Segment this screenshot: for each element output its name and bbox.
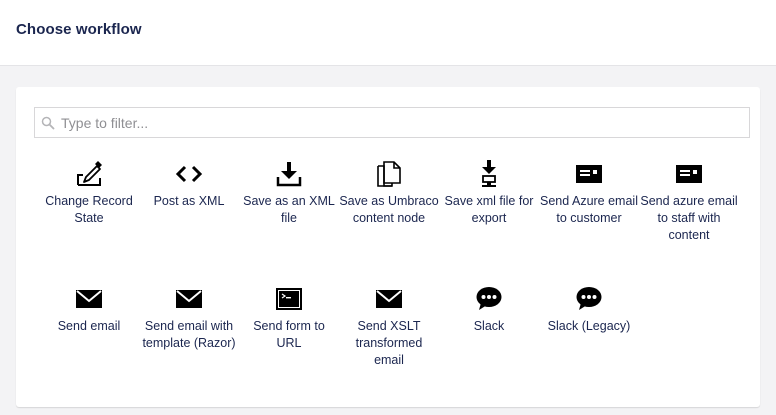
workflow-label: Slack: [473, 319, 505, 333]
code-icon: [175, 165, 203, 183]
workflow-label: Send form to URL: [253, 319, 325, 350]
workflow-label: Send email with template (Razor): [142, 319, 236, 350]
dialog-title: Choose workflow: [16, 21, 142, 38]
workflow-label: Save xml file for export: [444, 194, 534, 225]
id-card-icon: [676, 165, 702, 183]
filter-input[interactable]: [61, 108, 741, 137]
filter-box[interactable]: [34, 107, 750, 138]
download-tray-icon: [276, 162, 302, 187]
search-icon: [41, 116, 55, 130]
download-export-icon: [482, 160, 496, 187]
workflow-label: Save as Umbraco content node: [339, 194, 439, 225]
workflow-label: Send Azure email to customer: [540, 194, 638, 225]
envelope-icon: [376, 290, 402, 308]
workflow-panel: Change Record State Post as XML Save as …: [16, 87, 760, 407]
workflow-label: Send XSLT transformed email: [355, 319, 423, 367]
edit-record-icon: [77, 161, 102, 186]
documents-icon: [377, 161, 401, 187]
chat-bubble-icon: [476, 287, 502, 310]
workflow-label: Post as XML: [153, 194, 225, 208]
id-card-icon: [576, 165, 602, 183]
terminal-window-icon: [276, 288, 302, 310]
workflow-label: Send azure email to staff with content: [640, 194, 738, 242]
dialog-header: Choose workflow: [0, 0, 776, 66]
workflow-label: Slack (Legacy): [547, 319, 631, 333]
workflow-label: Change Record State: [45, 194, 133, 225]
chat-bubble-icon: [576, 287, 602, 310]
envelope-icon: [76, 290, 102, 308]
workflow-label: Send email: [57, 319, 121, 333]
envelope-icon: [176, 290, 202, 308]
workflow-label: Save as an XML file: [243, 194, 335, 225]
